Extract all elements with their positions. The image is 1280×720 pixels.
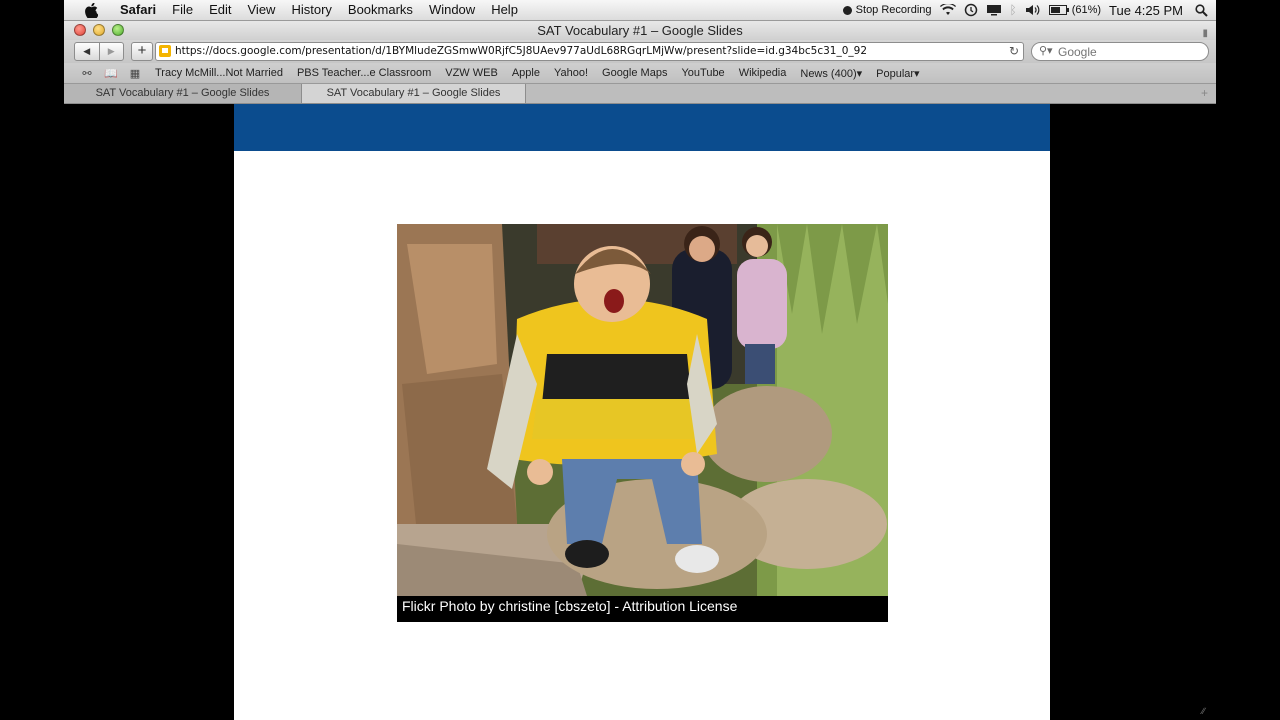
new-tab-icon[interactable]: +	[1201, 84, 1208, 103]
menu-window[interactable]: Window	[421, 0, 483, 20]
window-title-bar[interactable]: SAT Vocabulary #1 – Google Slides ▮	[64, 21, 1216, 40]
bookmark-item[interactable]: Tracy McMill...Not Married	[148, 67, 290, 79]
window-title: SAT Vocabulary #1 – Google Slides	[537, 23, 743, 38]
address-bar[interactable]: https://docs.google.com/presentation/d/1…	[155, 42, 1024, 61]
spotlight-search-icon[interactable]	[1195, 3, 1208, 17]
wifi-icon[interactable]	[939, 4, 956, 16]
bookmark-folder-news[interactable]: News (400)▾	[793, 67, 869, 80]
page-content: Flickr Photo by christine [cbszeto] - At…	[64, 104, 1216, 720]
screen: Safari File Edit View History Bookmarks …	[64, 0, 1216, 720]
menu-clock[interactable]: Tue 4:25 PM	[1109, 3, 1183, 18]
back-button[interactable]: ◀	[75, 43, 99, 60]
stop-recording-label: Stop Recording	[855, 4, 932, 16]
menu-help[interactable]: Help	[483, 0, 526, 20]
reload-icon[interactable]: ↻	[1009, 43, 1019, 60]
window-controls	[74, 24, 131, 36]
menu-edit[interactable]: Edit	[201, 0, 239, 20]
reading-list-icon[interactable]: ⚯	[80, 67, 94, 80]
display-icon[interactable]	[986, 4, 1002, 16]
menu-bar: Safari File Edit View History Bookmarks …	[64, 0, 1216, 21]
menu-app-name[interactable]: Safari	[112, 0, 164, 20]
slide-header-band	[234, 104, 1050, 151]
search-input[interactable]	[1056, 44, 1200, 60]
navigation-buttons: ◀ ▶	[74, 42, 124, 61]
tab-bar: SAT Vocabulary #1 – Google Slides SAT Vo…	[64, 84, 1216, 104]
top-sites-grid-icon[interactable]: ▦	[128, 67, 142, 80]
bookmark-item[interactable]: Yahoo!	[547, 67, 595, 79]
battery-percent: (61%)	[1071, 4, 1102, 16]
tab-1[interactable]: SAT Vocabulary #1 – Google Slides	[64, 84, 302, 103]
bluetooth-icon[interactable]: ᛒ	[1010, 3, 1017, 17]
close-window-button[interactable]	[74, 24, 86, 36]
time-machine-icon[interactable]	[964, 3, 978, 17]
bookmark-item[interactable]: YouTube	[674, 67, 731, 79]
battery-icon	[1048, 5, 1069, 15]
forward-button[interactable]: ▶	[98, 43, 124, 60]
google-slides-favicon	[159, 45, 171, 57]
photo-caption: Flickr Photo by christine [cbszeto] - At…	[397, 596, 888, 622]
tab-2-active[interactable]: SAT Vocabulary #1 – Google Slides	[302, 84, 526, 103]
menu-bookmarks[interactable]: Bookmarks	[340, 0, 421, 20]
volume-icon[interactable]	[1025, 4, 1041, 16]
bookmark-item[interactable]: Wikipedia	[732, 67, 794, 79]
bookmark-item[interactable]: Google Maps	[595, 67, 674, 79]
menu-extras: Stop Recording ᛒ (61%) Tue 4:25 PM	[842, 0, 1216, 20]
bookmarks-bar: ⚯ 📖 ▦ Tracy McMill...Not Married PBS Tea…	[64, 63, 1216, 84]
browser-toolbar: ◀ ▶ + https://docs.google.com/presentati…	[64, 40, 1216, 63]
apple-icon[interactable]	[82, 2, 100, 18]
search-field[interactable]: ⚲▾	[1031, 42, 1209, 61]
menu-view[interactable]: View	[240, 0, 284, 20]
zoom-window-button[interactable]	[112, 24, 124, 36]
slide-photo	[397, 224, 888, 596]
bookmark-folder-popular[interactable]: Popular▾	[869, 67, 926, 80]
menu-history[interactable]: History	[283, 0, 339, 20]
bookmarks-book-icon[interactable]: 📖	[104, 67, 118, 80]
presentation-slide[interactable]: Flickr Photo by christine [cbszeto] - At…	[234, 104, 1050, 720]
stop-recording-item[interactable]: Stop Recording	[842, 4, 932, 16]
bookmark-item[interactable]: Apple	[505, 67, 547, 79]
bookmark-item[interactable]: VZW WEB	[438, 67, 505, 79]
battery-status[interactable]: (61%)	[1048, 4, 1102, 16]
add-bookmark-button[interactable]: +	[131, 42, 153, 61]
record-stop-icon	[842, 5, 852, 15]
resize-grip-icon[interactable]: ∕∕	[1202, 706, 1212, 716]
minimize-window-button[interactable]	[93, 24, 105, 36]
menu-file[interactable]: File	[164, 0, 201, 20]
search-icon: ⚲▾	[1039, 45, 1053, 57]
bookmark-item[interactable]: PBS Teacher...e Classroom	[290, 67, 438, 79]
address-url[interactable]: https://docs.google.com/presentation/d/1…	[175, 43, 867, 60]
